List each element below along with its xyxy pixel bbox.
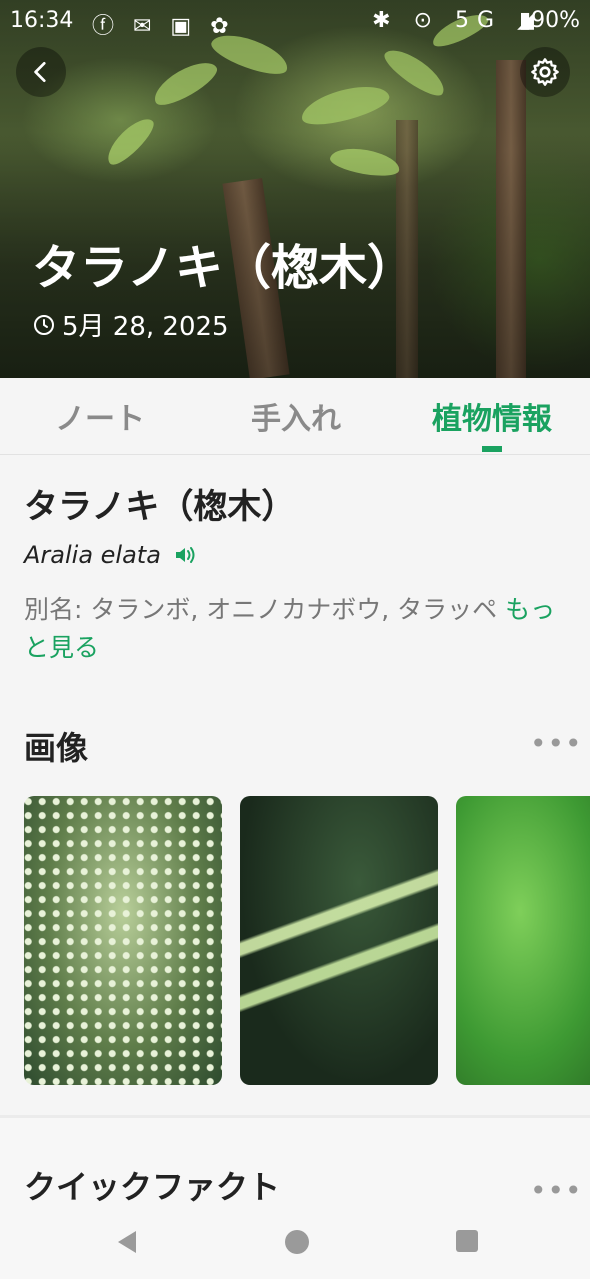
network-label: 5G [455, 8, 503, 33]
tab-plant-info[interactable]: 植物情報 [394, 394, 590, 438]
clock-icon [34, 314, 54, 335]
nav-back-icon[interactable] [114, 1228, 140, 1256]
plant-image-thumbnail[interactable] [456, 796, 590, 1085]
hero-banner: 16:34 ⓕ ✉ ▣ ✿ ✱ ⊙ 5G ◢ ▮90% タラノキ（楤木） 5月 … [0, 0, 590, 378]
location-icon: ⊙ [413, 8, 441, 33]
hero-title: タラノキ（楤木） [32, 240, 416, 296]
system-icons: ✱ ⊙ 5G ◢ [372, 8, 542, 33]
aliases-text: 別名: タランボ, オニノカナボウ, タラッペ [24, 595, 498, 624]
status-bar: 16:34 ⓕ ✉ ▣ ✿ ✱ ⊙ 5G ◢ ▮90% [0, 6, 590, 39]
settings-button[interactable] [520, 47, 570, 97]
bluetooth-icon: ✱ [372, 8, 399, 33]
chevron-left-icon [34, 61, 46, 83]
status-time: 16:34 [10, 8, 74, 33]
scientific-name-row: Aralia elata [24, 541, 199, 569]
plant-image-thumbnail[interactable] [240, 796, 438, 1085]
plant-image-thumbnail[interactable] [24, 796, 222, 1085]
plant-name: タラノキ（楤木） [24, 487, 296, 527]
hero-date-row: 5月 28, 2025 [32, 306, 229, 343]
notification-icons: ⓕ ✉ ▣ ✿ [92, 14, 235, 39]
quickfacts-section: クイックファクト ••• [0, 1118, 590, 1208]
tab-care[interactable]: 手入れ [198, 394, 394, 438]
scientific-name: Aralia elata [24, 541, 161, 569]
back-button[interactable] [16, 47, 66, 97]
nav-recents-icon[interactable] [454, 1228, 480, 1254]
hero-date: 5月 28, 2025 [62, 312, 229, 342]
quickfacts-more-button[interactable]: ••• [530, 1174, 583, 1207]
gear-icon [531, 58, 559, 86]
nav-home-icon[interactable] [283, 1228, 311, 1256]
aliases: 別名: タランボ, オニノカナボウ, タラッペ もっと見る [24, 591, 564, 667]
images-more-button[interactable]: ••• [530, 727, 583, 760]
speaker-icon[interactable] [173, 544, 199, 566]
plant-info-panel: タラノキ（楤木） Aralia elata 別名: タランボ, オニノカナボウ,… [0, 455, 590, 1115]
active-tab-indicator [482, 446, 502, 452]
system-nav-bar [0, 1208, 590, 1279]
images-section-title: 画像 [24, 729, 89, 767]
tab-bar: ノート 手入れ 植物情報 [0, 378, 590, 455]
quickfacts-title: クイックファクト [24, 1168, 281, 1206]
tab-notes[interactable]: ノート [2, 394, 198, 438]
battery-level: ▮90% [518, 8, 580, 33]
